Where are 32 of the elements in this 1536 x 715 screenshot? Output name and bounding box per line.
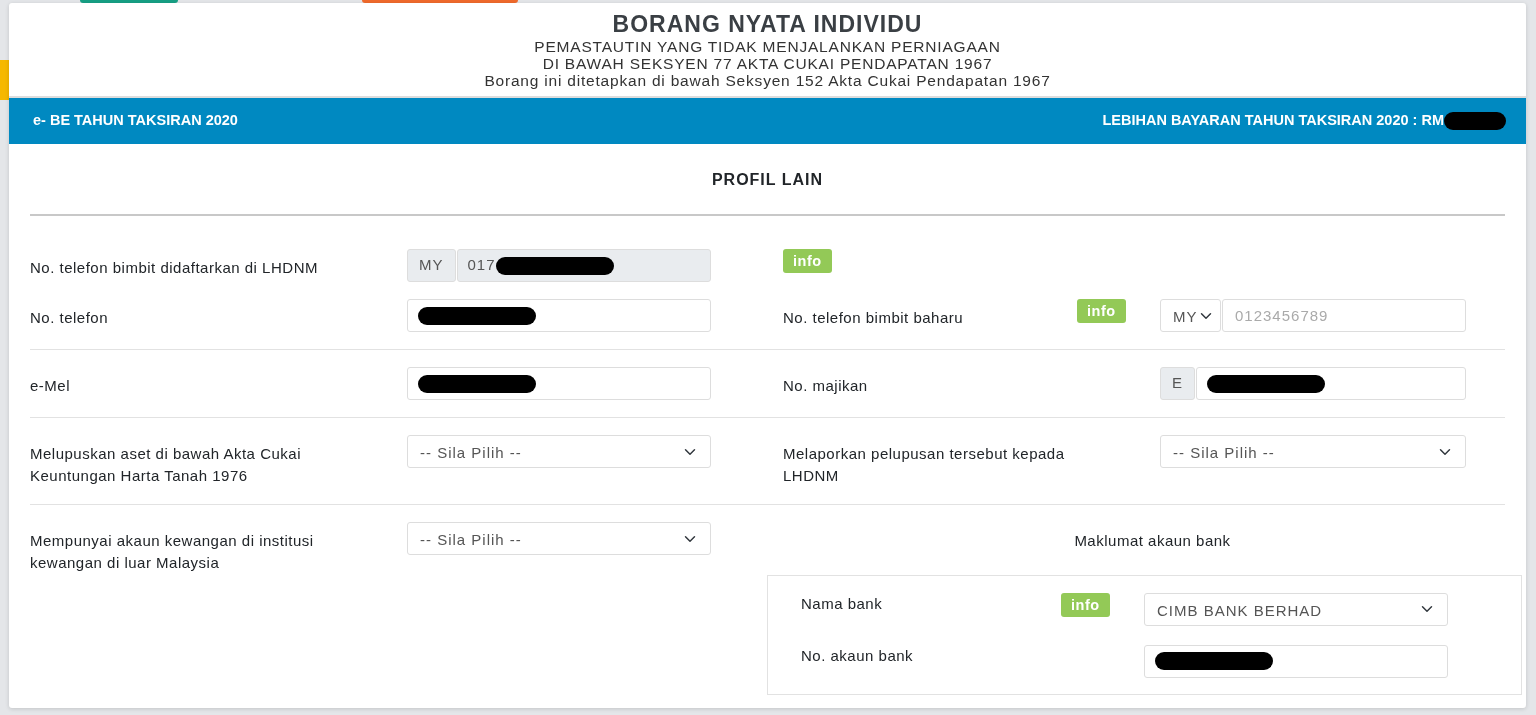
form-subtitle: PEMASTAUTIN YANG TIDAK MENJALANKAN PERNIAGAAN — [533, 38, 1002, 55]
text-field[interactable] — [407, 367, 711, 400]
section-title: PROFIL LAIN — [710, 170, 825, 190]
country-dropdown[interactable]: MY — [1160, 299, 1221, 332]
field-label: Mempunyai akaun kewangan di institusi kewangan di luar Malaysia — [30, 531, 315, 573]
input-prefix: E — [1160, 367, 1195, 400]
dropdown[interactable]: -- Sila Pilih -- — [407, 522, 711, 555]
text-field[interactable] — [1196, 367, 1466, 400]
field-label: No. telefon bimbit didaftarkan di LHDNM — [30, 258, 319, 278]
dropdown[interactable]: -- Sila Pilih -- — [407, 435, 711, 468]
input-prefix: MY — [407, 249, 456, 282]
field-label: Melupuskan aset di bawah Akta Cukai Keuntungan Harta Tanah 1976 — [30, 444, 302, 486]
form-subtitle: DI BAWAH SEKSYEN 77 AKTA CUKAI PENDAPATAN 1967 — [541, 55, 994, 72]
overpayment-label: LEBIHAN BAYARAN TAHUN TAKSIRAN 2020 : RM — [1102, 111, 1444, 131]
text-field[interactable] — [1144, 644, 1448, 678]
field-label: Nama bank — [801, 593, 884, 614]
section-heading: Maklumat akaun bank — [1073, 531, 1232, 551]
phone-field[interactable]: 0123456789 — [1222, 299, 1466, 332]
background-shape — [0, 60, 9, 100]
dropdown[interactable]: CIMB BANK BERHAD — [1144, 592, 1448, 626]
assessment-year-label: e- BE TAHUN TAKSIRAN 2020 — [33, 111, 238, 131]
field-label: e-Mel — [30, 376, 71, 396]
field-label: No. telefon — [30, 308, 110, 328]
field-label: Melaporkan pelupusan tersebut kepada LHDNM — [783, 444, 1066, 486]
form-subtitle: Borang ini ditetapkan di bawah Seksyen 152 Akta Cukai Pendapatan 1967 — [483, 72, 1052, 89]
field-label: No. telefon bimbit baharu — [783, 308, 965, 328]
dropdown[interactable]: -- Sila Pilih -- — [1160, 435, 1466, 468]
field-label: No. majikan — [783, 376, 869, 396]
field-label: No. akaun bank — [801, 645, 915, 666]
form-title: BORANG NYATA INDIVIDU — [611, 11, 924, 38]
text-field[interactable] — [407, 299, 711, 332]
field-value: 017 — [467, 255, 496, 276]
